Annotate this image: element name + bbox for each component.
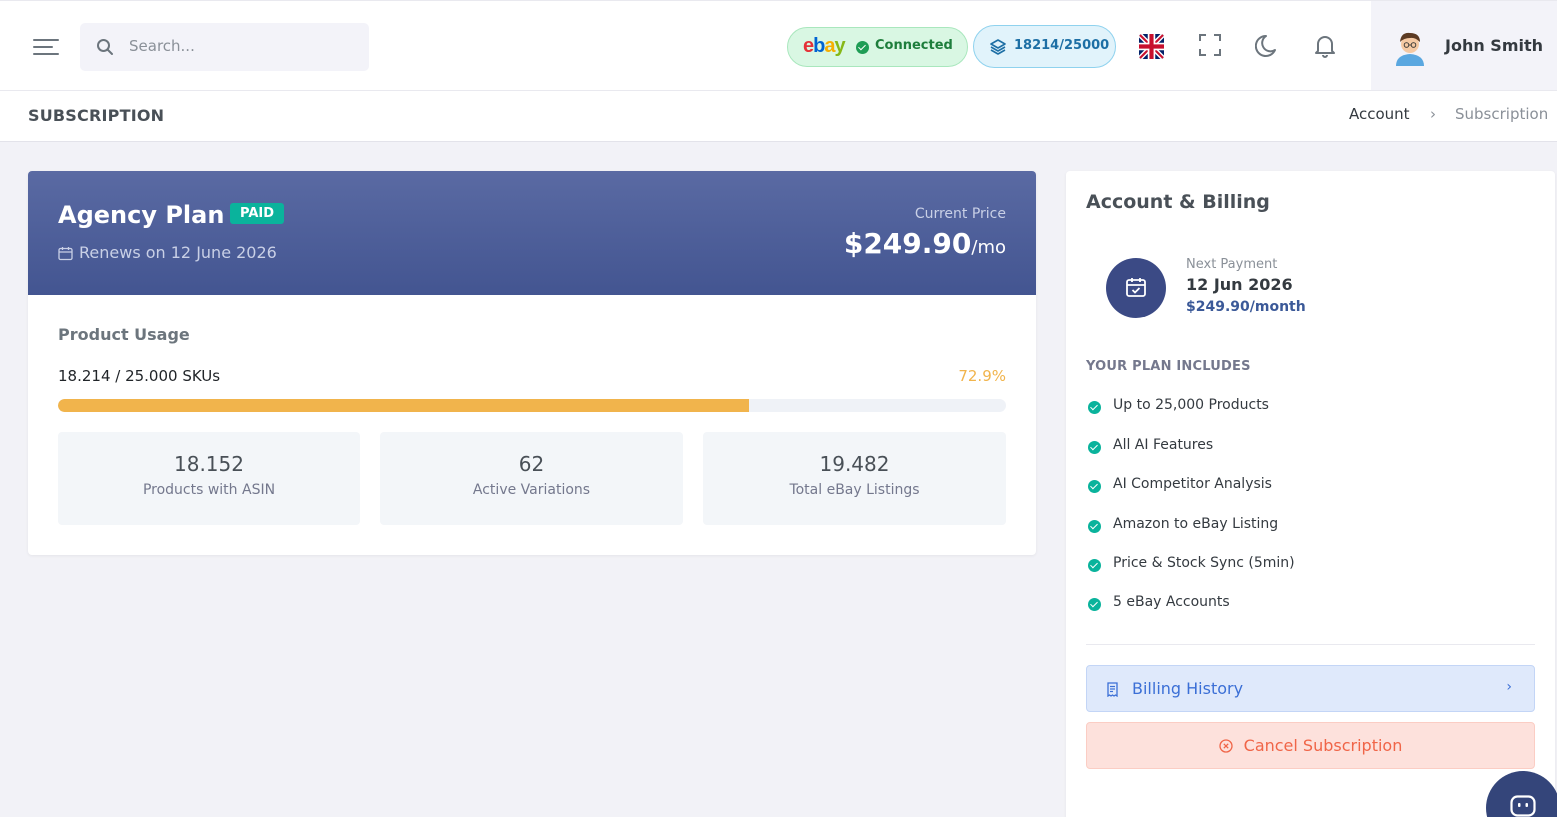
check-circle-icon [1088, 480, 1101, 493]
layers-icon [990, 39, 1006, 55]
next-payment-date: 12 Jun 2026 [1186, 275, 1293, 294]
next-payment-amount: $249.90/month [1186, 299, 1306, 315]
top-bar: Search... ebay Connected 18214/25000 Joh… [0, 0, 1557, 91]
usage-progress-fill [58, 399, 750, 412]
search-icon [97, 39, 113, 55]
cancel-subscription-label: Cancel Subscription [1243, 736, 1403, 755]
avatar [1396, 32, 1424, 66]
stat-label: Products with ASIN [142, 482, 276, 498]
price-period: /mo [971, 237, 1006, 258]
check-circle-icon [1088, 441, 1101, 454]
stat-products-with-asin: 18.152 Products with ASIN [58, 432, 360, 525]
plan-card: Agency Plan PAID Renews on 12 June 2026 … [28, 171, 1036, 555]
breadcrumb-subscription: Subscription [1455, 105, 1549, 123]
ebay-connection-badge[interactable]: ebay Connected [787, 27, 968, 67]
plan-name: Agency Plan [58, 201, 225, 229]
calendar-check-icon [1126, 278, 1146, 297]
ebay-logo: ebay [803, 35, 846, 57]
usage-title: Product Usage [58, 325, 190, 344]
current-price: $249.90/mo [844, 227, 1006, 260]
bell-icon[interactable] [1312, 33, 1338, 59]
renewal-info: Renews on 12 June 2026 [58, 243, 277, 262]
status-badge: PAID [230, 203, 285, 224]
usage-progress-bar [58, 399, 1006, 412]
close-circle-icon [1218, 739, 1233, 753]
hamburger-icon[interactable] [33, 37, 59, 57]
sku-usage-badge[interactable]: 18214/25000 [973, 25, 1116, 68]
check-circle-icon [1088, 401, 1101, 414]
stat-value: 19.482 [819, 452, 890, 476]
stat-label: Active Variations [472, 482, 591, 498]
usage-percent: 72.9% [958, 367, 1006, 385]
divider [1086, 644, 1535, 645]
ebay-status: Connected [875, 38, 953, 53]
feature-label: All AI Features [1113, 437, 1214, 453]
receipt-icon [1107, 682, 1118, 697]
usage-text: 18.214 / 25.000 SKUs [58, 367, 221, 385]
page-title-bar: SUBSCRIPTION Account › Subscription [0, 91, 1557, 142]
connected-check-icon [856, 41, 869, 54]
stat-label: Total eBay Listings [789, 482, 920, 498]
uk-flag-icon[interactable] [1139, 34, 1164, 59]
feature-label: Up to 25,000 Products [1113, 397, 1269, 413]
stat-active-variations: 62 Active Variations [380, 432, 683, 525]
search-box[interactable]: Search... [80, 23, 369, 71]
user-name: John Smith [1445, 36, 1544, 55]
page-title: SUBSCRIPTION [28, 106, 165, 125]
sku-count: 18214/25000 [1014, 38, 1110, 53]
price-amount: $249.90 [843, 227, 972, 260]
price-label: Current Price [914, 206, 1006, 222]
plan-header: Agency Plan PAID Renews on 12 June 2026 … [28, 171, 1036, 295]
stat-total-ebay-listings: 19.482 Total eBay Listings [703, 432, 1006, 525]
check-circle-icon [1088, 520, 1101, 533]
billing-title: Account & Billing [1086, 191, 1270, 213]
feature-label: AI Competitor Analysis [1113, 476, 1272, 492]
stat-value: 18.152 [174, 452, 244, 476]
user-menu[interactable]: John Smith [1371, 1, 1557, 90]
chat-bot-icon [1510, 795, 1536, 817]
renewal-date: Renews on 12 June 2026 [79, 243, 277, 262]
stat-value: 62 [518, 452, 545, 476]
feature-label: Amazon to eBay Listing [1113, 516, 1279, 532]
next-payment-label: Next Payment [1186, 257, 1278, 272]
billing-history-button[interactable]: Billing History › [1086, 665, 1535, 712]
chevron-right-icon: › [1506, 679, 1512, 695]
fullscreen-icon[interactable] [1198, 33, 1222, 57]
billing-card: Account & Billing Next Payment 12 Jun 20… [1066, 171, 1555, 817]
check-circle-icon [1088, 559, 1101, 572]
cancel-subscription-content: Cancel Subscription [1218, 736, 1403, 755]
search-input[interactable]: Search... [129, 37, 195, 55]
moon-icon[interactable] [1255, 33, 1281, 59]
feature-label: Price & Stock Sync (5min) [1113, 555, 1295, 571]
next-payment-icon-wrap [1106, 258, 1166, 318]
breadcrumb-account[interactable]: Account [1349, 105, 1410, 123]
check-circle-icon [1088, 598, 1101, 611]
breadcrumb-chevron-icon: › [1430, 105, 1436, 123]
feature-label: 5 eBay Accounts [1113, 594, 1230, 610]
calendar-icon [58, 247, 73, 261]
plan-includes-title: YOUR PLAN INCLUDES [1086, 359, 1251, 374]
cancel-subscription-button[interactable]: Cancel Subscription [1086, 722, 1535, 769]
billing-history-label: Billing History [1132, 679, 1244, 698]
